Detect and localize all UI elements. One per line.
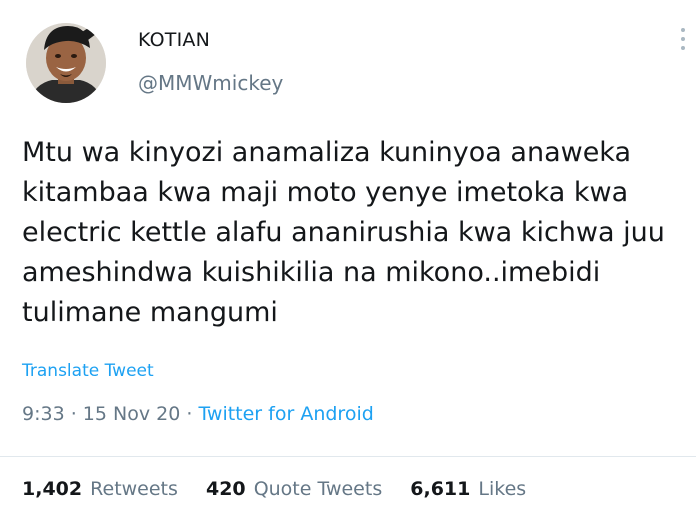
tweet-stats: 1,402 Retweets 420 Quote Tweets 6,611 Li…	[22, 478, 548, 500]
quote-tweets-stat[interactable]: 420 Quote Tweets	[206, 478, 382, 500]
likes-count: 6,611	[410, 478, 471, 500]
retweets-stat[interactable]: 1,402 Retweets	[22, 478, 178, 500]
quote-tweets-label: Quote Tweets	[253, 478, 383, 500]
quote-tweets-count: 420	[205, 478, 246, 500]
avatar[interactable]	[22, 14, 110, 110]
tweet-date: 15 Nov 20	[82, 403, 181, 425]
likes-stat[interactable]: 6,611 Likes	[410, 478, 526, 500]
retweets-label: Retweets	[90, 478, 178, 500]
tweet-text: Mtu wa kinyozi anamaliza kuninyoa anawek…	[22, 137, 665, 328]
tweet-meta: 9:33 · 15 Nov 20 · Twitter for Android	[22, 403, 374, 425]
tweet-source-link[interactable]: Twitter for Android	[198, 403, 373, 425]
likes-label: Likes	[478, 478, 527, 500]
tweet-time: 9:33	[22, 403, 65, 425]
display-name[interactable]: KOTIAN	[138, 29, 210, 51]
avatar-portrait-icon	[26, 23, 106, 103]
divider	[0, 456, 696, 457]
translate-tweet-link[interactable]: Translate Tweet	[22, 361, 154, 381]
meta-separator: ·	[180, 403, 199, 425]
more-vertical-icon[interactable]	[676, 28, 690, 56]
retweets-count: 1,402	[22, 478, 83, 500]
user-handle[interactable]: @MMWmickey	[138, 71, 283, 95]
meta-separator: ·	[64, 403, 83, 425]
